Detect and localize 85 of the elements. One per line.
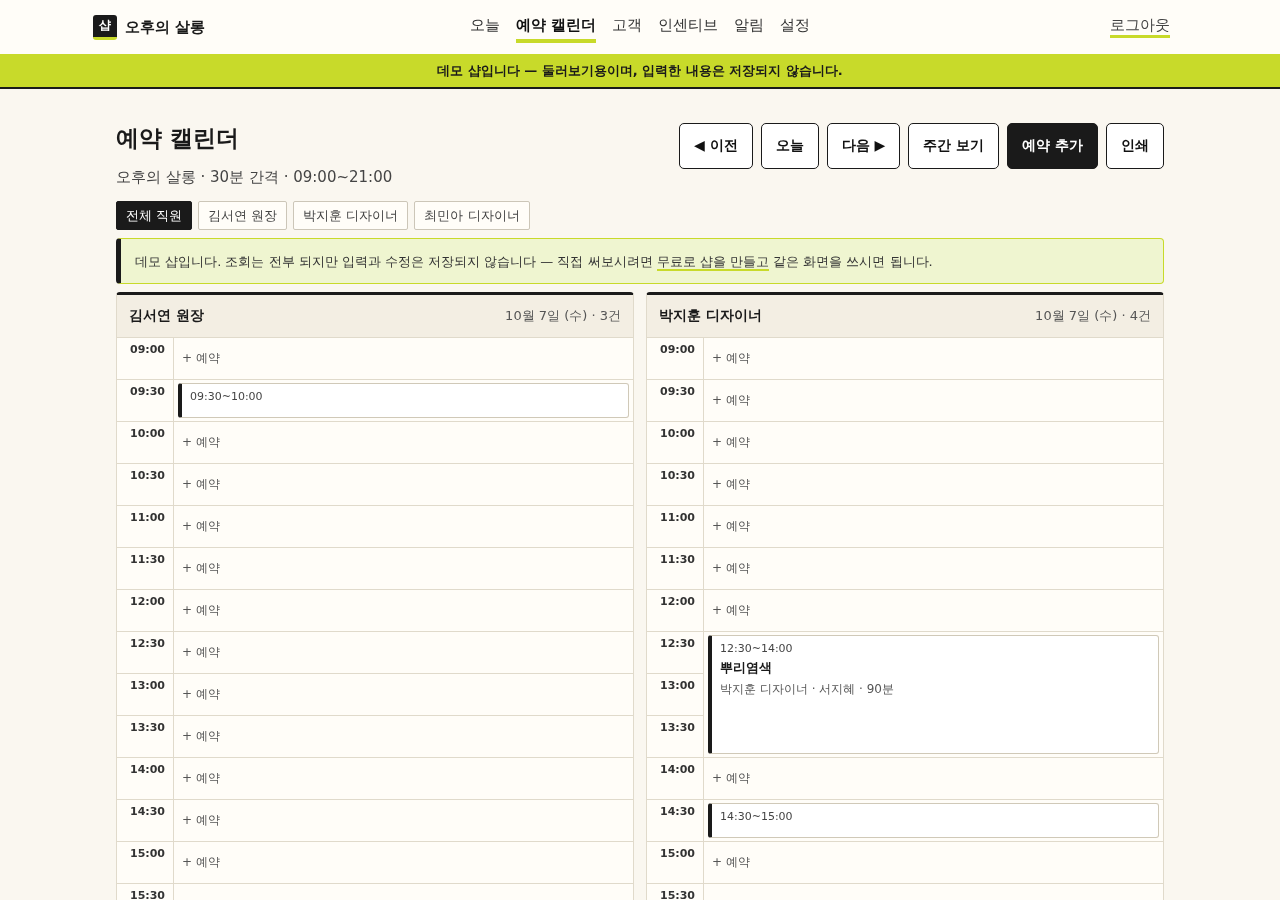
time-label: 14:00	[117, 758, 174, 800]
add-booking-link[interactable]: + 예약	[712, 770, 750, 787]
booking-card[interactable]: 14:30~15:00	[708, 803, 1159, 838]
staff-name: 김서연 원장	[129, 307, 204, 325]
time-label: 11:00	[647, 506, 704, 548]
add-booking-link[interactable]: + 예약	[712, 350, 750, 367]
add-booking-link[interactable]: + 예약	[182, 560, 220, 577]
time-label: 14:30	[647, 800, 704, 842]
nav-link[interactable]: 오늘	[469, 11, 500, 43]
nav-link[interactable]: 설정	[780, 11, 811, 43]
demo-banner: 데모 샵입니다 — 둘러보기용이며, 입력한 내용은 저장되지 않습니다.	[0, 54, 1280, 89]
add-booking-link[interactable]: + 예약	[182, 770, 220, 787]
time-label: 12:00	[117, 590, 174, 632]
add-booking-link[interactable]: + 예약	[182, 602, 220, 619]
add-booking-link[interactable]: + 예약	[182, 476, 220, 493]
add-booking-link[interactable]: + 예약	[182, 350, 220, 367]
booking-time: 14:30~15:00	[720, 810, 793, 823]
add-booking-link[interactable]: + 예약	[712, 518, 750, 535]
nav-link[interactable]: 고객	[612, 11, 643, 43]
staff-filter-chip[interactable]: 최민아 디자이너	[414, 201, 530, 230]
add-booking-link[interactable]: + 예약	[182, 854, 220, 871]
nav-link[interactable]: 인센티브	[658, 11, 719, 43]
time-label: 12:30	[647, 632, 704, 674]
time-label: 11:30	[117, 548, 174, 590]
time-label: 12:30	[117, 632, 174, 674]
add-booking-link[interactable]: + 예약	[712, 602, 750, 619]
time-label: 15:00	[117, 842, 174, 884]
booking-time: 12:30~14:00	[720, 642, 793, 655]
staff-filter-chip[interactable]: 김서연 원장	[198, 201, 288, 230]
toolbar-button[interactable]: 예약 추가	[1007, 123, 1098, 169]
toolbar-button[interactable]: 오늘	[760, 123, 819, 169]
time-label: 12:00	[647, 590, 704, 632]
toolbar-button[interactable]: 인쇄	[1106, 123, 1164, 169]
add-booking-link[interactable]: + 예약	[712, 476, 750, 493]
booking-card[interactable]: 09:30~10:00	[178, 383, 629, 418]
page-title: 예약 캘린더	[116, 124, 240, 153]
shop-name[interactable]: 오후의 살롱	[125, 17, 206, 37]
add-booking-link[interactable]: + 예약	[712, 392, 750, 409]
time-label: 15:00	[647, 842, 704, 884]
add-booking-link[interactable]: + 예약	[182, 434, 220, 451]
logo-icon[interactable]: 샵	[93, 14, 117, 40]
time-label: 09:00	[117, 338, 174, 380]
notice-text: 데모 샵입니다. 조회는 전부 되지만 입력과 수정은 저장되지 않습니다 — 직접 써보시려면 무료로 샵을 만들고 같은 화면을 쓰시면 됩니다.	[135, 254, 933, 271]
time-label: 14:00	[647, 758, 704, 800]
create-shop-link[interactable]: 무료로 샵을 만들고	[656, 254, 769, 271]
time-label: 09:30	[647, 380, 704, 422]
add-booking-link[interactable]: + 예약	[182, 812, 220, 829]
add-booking-link[interactable]: + 예약	[712, 434, 750, 451]
time-label: 13:00	[647, 674, 704, 716]
time-label: 09:30	[117, 380, 174, 422]
time-label: 15:30	[647, 884, 704, 900]
booking-time: 09:30~10:00	[190, 390, 263, 403]
booking-detail: 박지훈 디자이너 · 서지혜 · 90분	[720, 681, 894, 698]
booking-service: 뿌리염색	[720, 659, 772, 677]
day-summary: 10월 7일 (수) · 3건	[505, 307, 621, 325]
add-booking-link[interactable]: + 예약	[712, 854, 750, 871]
time-label: 13:00	[117, 674, 174, 716]
toolbar-button[interactable]: 다음 ▶	[826, 123, 901, 169]
add-booking-link[interactable]: + 예약	[182, 644, 220, 661]
time-label: 10:00	[647, 422, 704, 464]
add-booking-link[interactable]: + 예약	[182, 728, 220, 745]
toolbar-button[interactable]: 주간 보기	[908, 123, 1000, 169]
time-label: 15:30	[117, 884, 174, 900]
staff-name: 박지훈 디자이너	[659, 307, 762, 325]
time-label: 11:30	[647, 548, 704, 590]
booking-card[interactable]: 12:30~14:00 뿌리염색 박지훈 디자이너 · 서지혜 · 90분	[708, 635, 1159, 754]
staff-filter-chip[interactable]: 박지훈 디자이너	[293, 201, 409, 230]
add-booking-link[interactable]: + 예약	[182, 686, 220, 703]
nav-link[interactable]: 예약 캘린더	[515, 11, 597, 43]
toolbar-button[interactable]: ◀ 이전	[678, 123, 753, 169]
time-label: 13:30	[647, 716, 704, 758]
day-summary: 10월 7일 (수) · 4건	[1035, 307, 1151, 325]
time-label: 13:30	[117, 716, 174, 758]
page-subtitle: 오후의 살롱 · 30분 간격 · 09:00~21:00	[116, 168, 393, 187]
time-label: 10:30	[117, 464, 174, 506]
time-label: 11:00	[117, 506, 174, 548]
add-booking-link[interactable]: + 예약	[182, 518, 220, 535]
time-label: 09:00	[647, 338, 704, 380]
time-label: 14:30	[117, 800, 174, 842]
staff-filter-chip[interactable]: 전체 직원	[116, 201, 193, 230]
time-label: 10:00	[117, 422, 174, 464]
add-booking-link[interactable]: + 예약	[712, 560, 750, 577]
logout-link[interactable]: 로그아웃	[1110, 16, 1170, 38]
nav-link[interactable]: 알림	[734, 11, 765, 43]
time-label: 10:30	[647, 464, 704, 506]
